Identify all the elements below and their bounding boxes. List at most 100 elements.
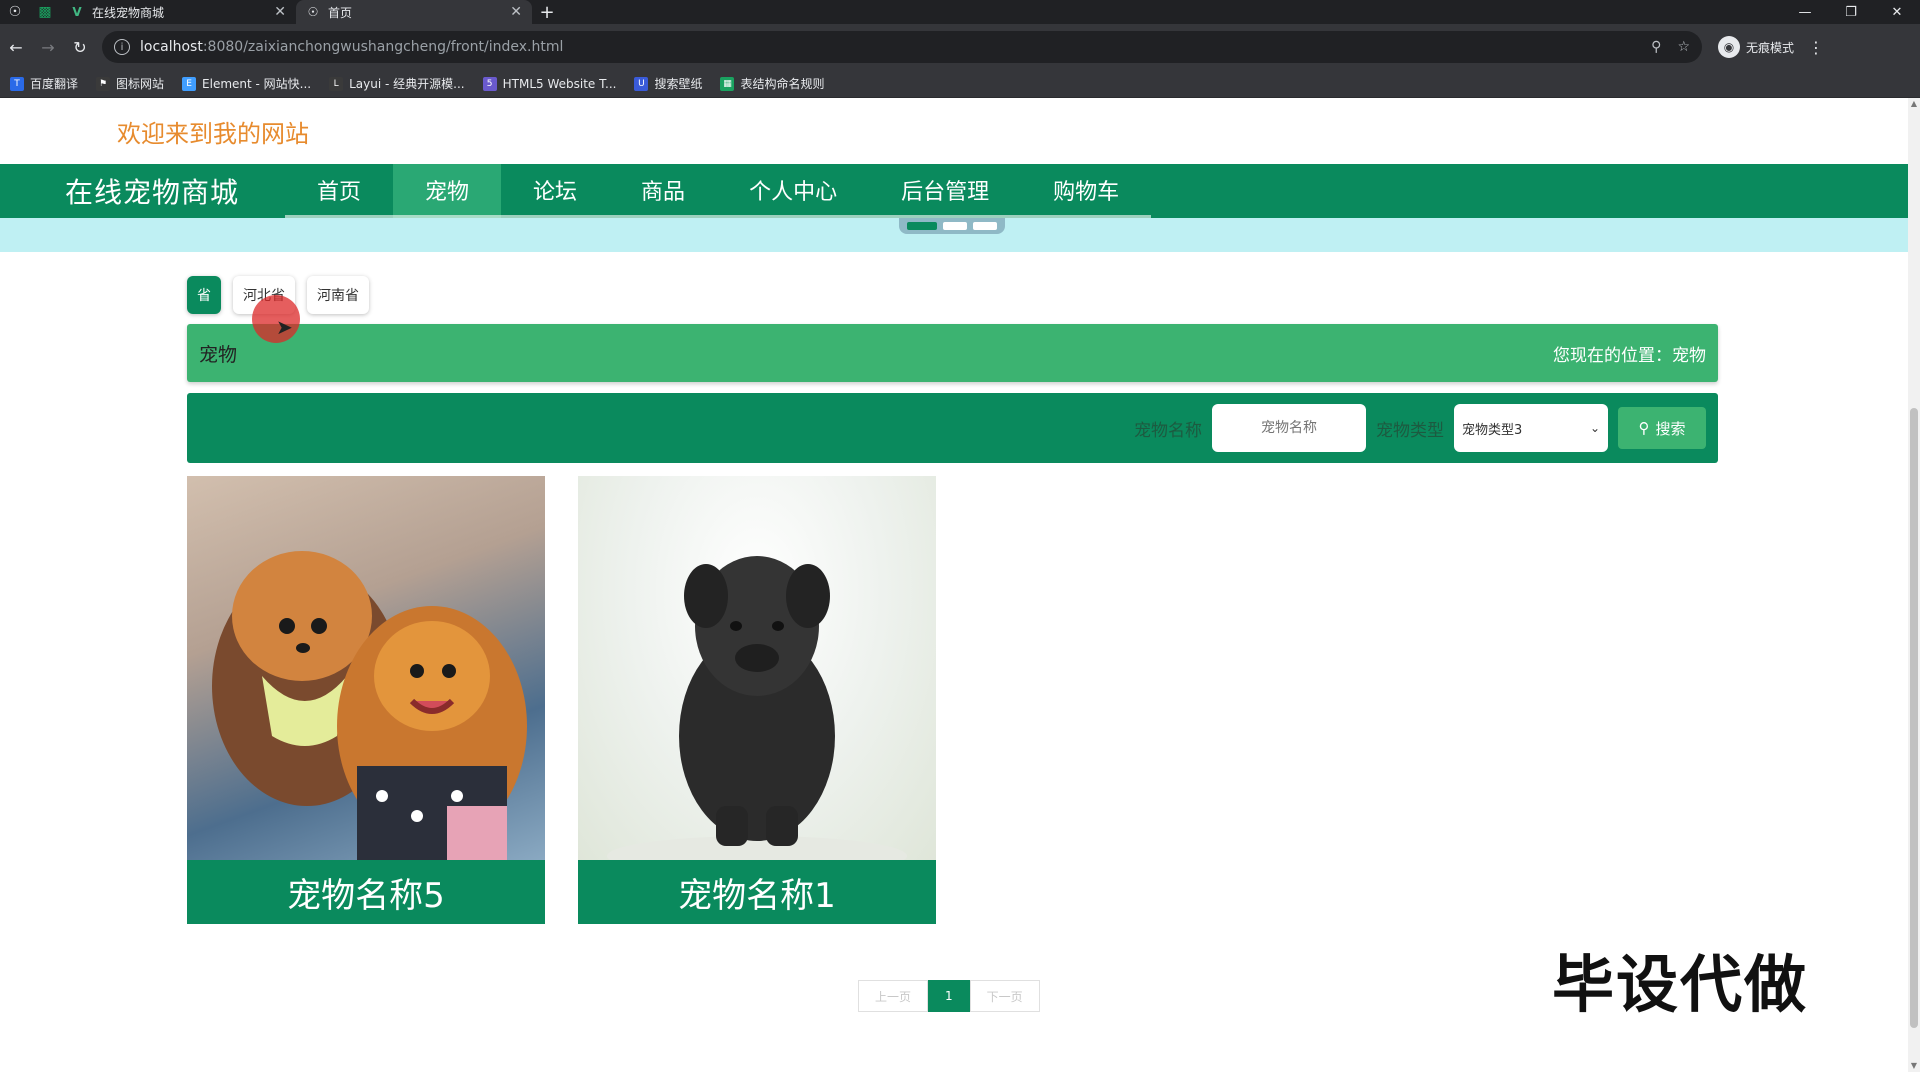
pet-type-select[interactable]: 宠物类型3 ⌄	[1454, 404, 1608, 452]
bookmark-label: 百度翻译	[30, 77, 79, 91]
bookmark-item[interactable]: U 搜索壁纸	[634, 75, 702, 92]
new-tab-button[interactable]: +	[532, 0, 562, 24]
bookmark-star-icon[interactable]: ☆	[1677, 39, 1690, 55]
bookmark-item[interactable]: E Element - 网站快...	[182, 75, 311, 92]
bookmark-label: Layui - 经典开源模...	[349, 77, 465, 91]
scroll-thumb[interactable]	[1910, 408, 1918, 1028]
product-name[interactable]: 宠物名称1	[578, 860, 936, 924]
nav-goods[interactable]: 商品	[609, 164, 718, 218]
incognito-label: 无痕模式	[1746, 40, 1795, 55]
pet-type-selected: 宠物类型3	[1462, 422, 1523, 438]
product-card[interactable]: 宠物名称5	[187, 476, 545, 924]
bookmark-item[interactable]: L Layui - 经典开源模...	[329, 75, 465, 92]
prev-page-button[interactable]: 上一页	[858, 980, 929, 1012]
pomeranian-illustration	[212, 551, 527, 860]
translate-icon: T	[10, 76, 24, 91]
site-info-icon[interactable]: i	[114, 39, 130, 55]
chrome-menu-icon[interactable]: ☉	[0, 0, 30, 24]
next-page-button[interactable]: 下一页	[969, 980, 1040, 1012]
browser-menu-icon[interactable]: ⋮	[1808, 38, 1824, 57]
province-all[interactable]: 省	[187, 276, 221, 314]
mouse-cursor-icon: ➤	[276, 315, 293, 339]
minimize-icon[interactable]: —	[1782, 0, 1828, 24]
pet-image-pug[interactable]	[578, 476, 936, 860]
pet-image-pomeranians[interactable]	[187, 476, 545, 860]
flag-icon: ⚑	[96, 76, 111, 91]
carousel-dot[interactable]	[907, 222, 937, 230]
incognito-icon: ◉	[1718, 36, 1740, 58]
zoom-icon[interactable]: ⚲	[1651, 39, 1661, 55]
breadcrumb: 您现在的位置：宠物	[1553, 345, 1706, 366]
carousel-dot[interactable]	[973, 222, 997, 230]
search-button-label: 搜索	[1655, 419, 1686, 438]
forward-arrow-icon[interactable]: →	[32, 31, 64, 63]
layui-icon: L	[329, 76, 344, 91]
pet-name-label: 宠物名称	[1134, 420, 1202, 441]
url-host: localhost	[140, 39, 203, 55]
section-title-bar: 宠物 您现在的位置：宠物	[187, 324, 1718, 382]
sheet-favicon-icon[interactable]: ▩	[30, 0, 60, 24]
product-grid: 宠物名称5 宠物名称1	[187, 476, 936, 924]
html5-icon: 5	[482, 76, 497, 91]
browser-tab-2[interactable]: ☉ 首页 ✕	[296, 0, 532, 24]
bookmark-label: HTML5 Website T...	[502, 76, 617, 91]
browser-toolbar: ← → ↻ i localhost :8080/zaixianchongwush…	[0, 24, 1920, 70]
bookmark-label: 搜索壁纸	[654, 77, 703, 91]
search-button[interactable]: ⚲ 搜索	[1618, 407, 1706, 449]
page-scrollbar[interactable]: ▲ ▼	[1908, 98, 1920, 1072]
bookmark-item[interactable]: 5 HTML5 Website T...	[482, 76, 617, 91]
search-icon: ⚲	[1638, 419, 1650, 437]
back-arrow-icon[interactable]: ←	[0, 31, 32, 63]
bookmark-label: 图标网站	[116, 77, 165, 91]
bookmark-item[interactable]: T 百度翻译	[10, 75, 78, 92]
close-tab-icon[interactable]: ✕	[274, 4, 286, 20]
nav-admin[interactable]: 后台管理	[869, 164, 1022, 218]
scroll-down-icon[interactable]: ▼	[1908, 1060, 1920, 1072]
vue-logo-icon: V	[72, 5, 82, 19]
bookmark-label: Element - 网站快...	[202, 77, 312, 91]
nav-forum[interactable]: 论坛	[501, 164, 610, 218]
welcome-text: 欢迎来到我的网站	[117, 120, 309, 148]
browser-tab-strip: ☉ ▩ V 在线宠物商城 ✕ ☉ 首页 ✕ + — ❐ ✕	[0, 0, 1920, 24]
wallpaper-icon: U	[634, 76, 649, 91]
carousel-banner	[0, 218, 1908, 252]
scroll-up-icon[interactable]: ▲	[1908, 98, 1920, 110]
product-name[interactable]: 宠物名称5	[187, 860, 545, 924]
element-icon: E	[182, 76, 197, 91]
bookmark-label: 表结构命名规则	[740, 77, 825, 91]
incognito-indicator[interactable]: ◉ 无痕模式	[1718, 36, 1794, 58]
nav-user-center[interactable]: 个人中心	[717, 164, 870, 218]
close-window-icon[interactable]: ✕	[1874, 0, 1920, 24]
pet-name-input[interactable]	[1212, 404, 1366, 452]
bookmark-item[interactable]: ▦ 表结构命名规则	[720, 75, 824, 92]
reload-icon[interactable]: ↻	[64, 31, 96, 63]
tab-title: 首页	[328, 5, 353, 20]
pagination: 上一页 1 下一页	[858, 980, 1040, 1012]
watermark-text: 毕设代做	[1552, 948, 1809, 1021]
nav-cart[interactable]: 购物车	[1021, 164, 1152, 218]
address-bar[interactable]: i localhost :8080/zaixianchongwushangche…	[102, 31, 1702, 63]
chevron-down-icon: ⌄	[1589, 421, 1600, 435]
page-title: 宠物	[199, 343, 238, 366]
tab-title: 在线宠物商城	[92, 5, 165, 20]
product-card[interactable]: 宠物名称1	[578, 476, 936, 924]
page-number-button[interactable]: 1	[928, 980, 970, 1012]
browser-tab-1[interactable]: V 在线宠物商城 ✕	[60, 0, 296, 24]
url-path: :8080/zaixianchongwushangcheng/front/ind…	[202, 39, 564, 55]
carousel-indicators	[899, 218, 1005, 234]
bookmark-item[interactable]: ⚑ 图标网站	[96, 75, 164, 92]
window-controls: — ❐ ✕	[1782, 0, 1920, 24]
pug-illustration	[607, 556, 907, 860]
nav-home[interactable]: 首页	[285, 164, 394, 218]
pet-type-label: 宠物类型	[1376, 420, 1444, 441]
globe-icon: ☉	[307, 5, 319, 19]
web-page: 欢迎来到我的网站 在线宠物商城 首页 宠物 论坛 商品 个人中心 后台管理 购物…	[0, 98, 1908, 1072]
close-tab-icon[interactable]: ✕	[510, 4, 522, 20]
province-henan[interactable]: 河南省	[307, 276, 369, 314]
carousel-dot[interactable]	[943, 222, 967, 230]
search-bar: 宠物名称 宠物类型 宠物类型3 ⌄ ⚲ 搜索	[187, 393, 1718, 463]
restore-icon[interactable]: ❐	[1828, 0, 1874, 24]
site-brand[interactable]: 在线宠物商城	[65, 171, 285, 211]
nav-pets[interactable]: 宠物	[393, 164, 502, 218]
sheet-icon: ▦	[720, 76, 735, 91]
